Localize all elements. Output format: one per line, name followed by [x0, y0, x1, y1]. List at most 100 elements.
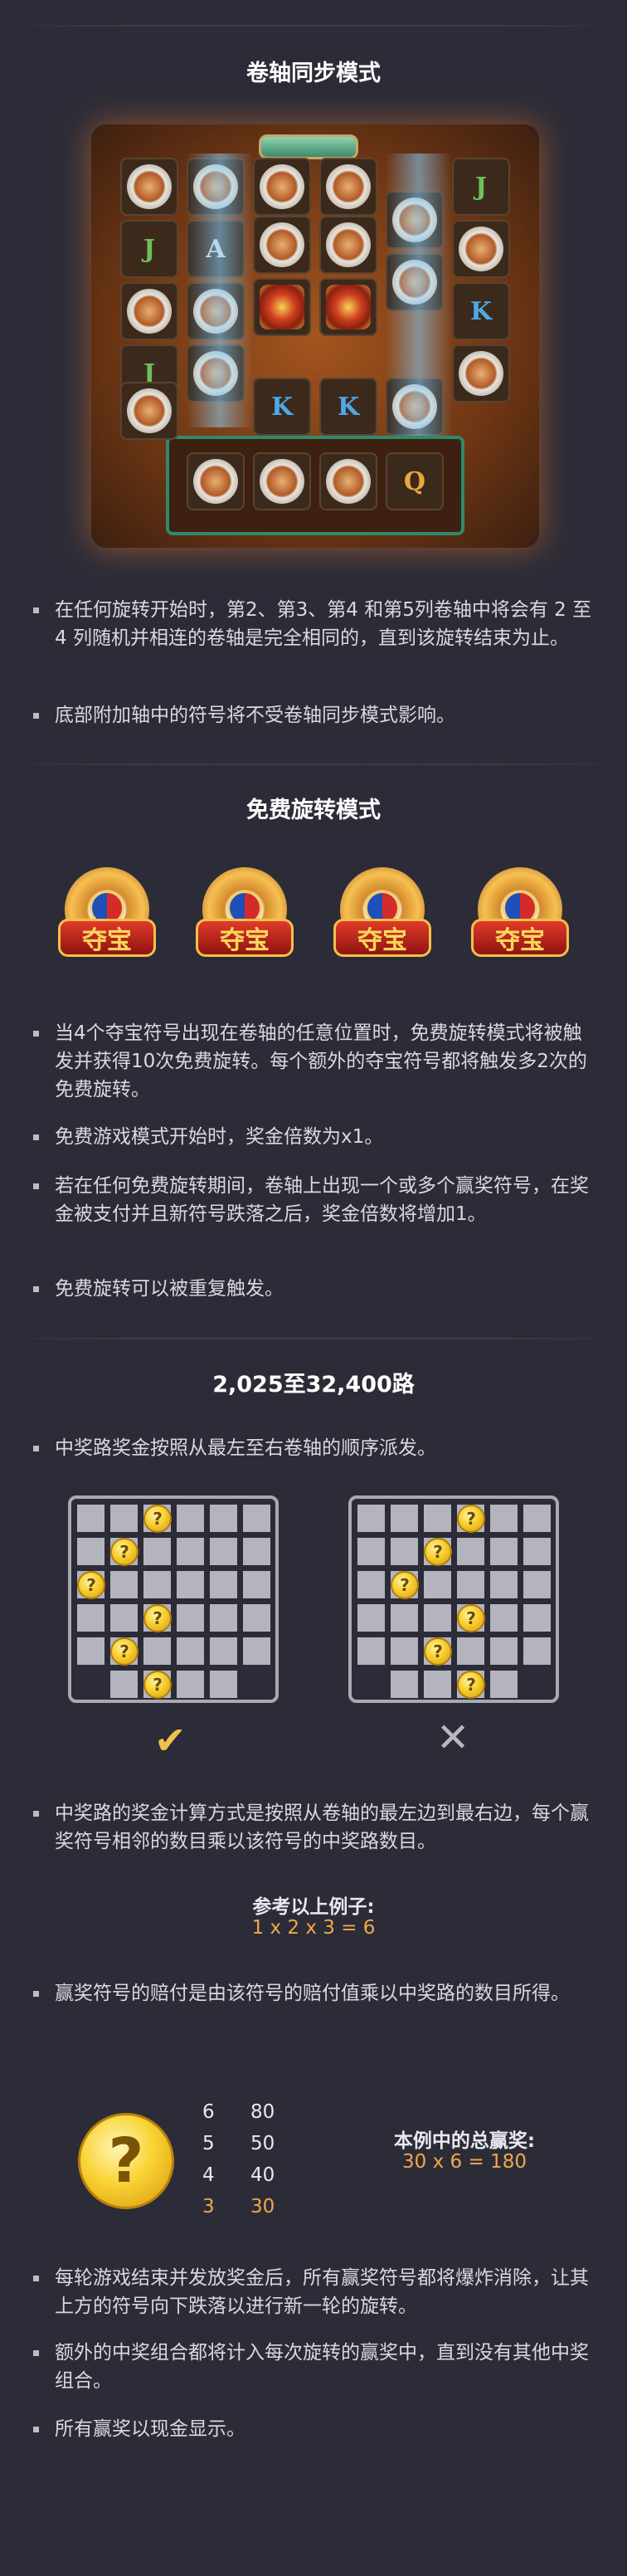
reel-cell: K — [319, 378, 377, 436]
reel-cell — [253, 278, 311, 336]
reel-cell: K — [452, 282, 510, 340]
grid-cell — [210, 1571, 237, 1598]
coin-icon: ? — [457, 1671, 485, 1699]
grid-cell — [391, 1505, 418, 1532]
reel-cell: Q — [386, 452, 444, 510]
coin-icon: ? — [110, 1637, 139, 1666]
grid-cell — [357, 1538, 385, 1565]
grid-cell — [457, 1571, 484, 1598]
grid-cell — [243, 1571, 270, 1598]
coin-icon: ? — [143, 1671, 172, 1699]
grid-cell — [210, 1505, 237, 1532]
grid-cell — [143, 1571, 171, 1598]
total-win-title: 本例中的总赢奖: — [393, 2130, 536, 2152]
grid-cell — [77, 1538, 104, 1565]
grid-cell — [490, 1571, 518, 1598]
ways-title: 2,025至32,400路 — [212, 1372, 415, 1398]
coin-icon: ? — [143, 1505, 172, 1533]
list-item: 若在任何免费旋转期间，卷轴上出现一个或多个赢奖符号，在奖金被支付并且新符号跌落之… — [33, 1172, 597, 1228]
reel-cell — [120, 282, 178, 340]
grid-cell — [490, 1604, 518, 1632]
scatter-label: 夺宝 — [196, 919, 294, 957]
grid-cell — [210, 1637, 237, 1665]
list-item: 所有赢奖以现金显示。 — [33, 2415, 597, 2443]
mystery-coin-icon: ? — [78, 2113, 174, 2209]
treasure-scatter-icon: 夺宝 — [471, 867, 569, 965]
coin-icon: ? — [457, 1604, 485, 1632]
grid-cell — [523, 1538, 551, 1565]
ways-example-grid-invalid: ?????? — [348, 1495, 559, 1703]
grid-cell — [457, 1538, 484, 1565]
grid-cell — [391, 1671, 418, 1698]
treasure-scatter-icon: 夺宝 — [58, 867, 156, 965]
sync-light-beam — [187, 154, 253, 427]
grid-cell — [177, 1637, 204, 1665]
total-win-formula: 30 x 6 = 180 — [402, 2151, 527, 2173]
reel-cell: K — [253, 378, 311, 436]
grid-cell — [424, 1604, 451, 1632]
grid-cell — [523, 1505, 551, 1532]
grid-cell — [523, 1604, 551, 1632]
grid-cell — [110, 1505, 138, 1532]
grid-cell — [457, 1637, 484, 1665]
scatter-label: 夺宝 — [58, 919, 156, 957]
grid-cell — [424, 1671, 451, 1698]
reel-cell — [452, 344, 510, 402]
grid-cell — [177, 1571, 204, 1598]
invalid-cross-icon: ✕ — [436, 1715, 470, 1761]
grid-cell — [177, 1538, 204, 1565]
grid-cell — [523, 1637, 551, 1665]
grid-cell — [357, 1604, 385, 1632]
grid-cell — [177, 1671, 204, 1698]
reel-cell — [120, 158, 178, 216]
treasure-scatter-icon: 夺宝 — [196, 867, 294, 965]
list-item: 额外的中奖组合都将计入每次旋转的赢奖中，直到没有其他中奖组合。 — [33, 2339, 597, 2395]
scatter-label: 夺宝 — [333, 919, 431, 957]
list-item: 赢奖符号的赔付是由该符号的赔付值乘以中奖路的数目所得。 — [33, 1979, 597, 2008]
list-item: 当4个夺宝符号出现在卷轴的任意位置时，免费旋转模式将被触发并获得10次免费旋转。… — [33, 1019, 597, 1104]
grid-cell — [243, 1637, 270, 1665]
grid-cell — [424, 1571, 451, 1598]
coin-icon: ? — [424, 1637, 452, 1666]
grid-cell — [177, 1604, 204, 1632]
reel-cell — [452, 220, 510, 278]
valid-check-icon: ✔ — [154, 1718, 187, 1763]
list-item: 中奖路奖金按照从最左至右卷轴的顺序派发。 — [33, 1434, 597, 1462]
grid-cell — [210, 1671, 237, 1698]
reel-cell: J — [452, 158, 510, 216]
coin-icon: ? — [391, 1571, 419, 1599]
grid-cell — [77, 1505, 104, 1532]
grid-cell — [110, 1571, 138, 1598]
reel-sync-title: 卷轴同步模式 — [246, 61, 381, 86]
grid-cell — [357, 1637, 385, 1665]
grid-cell — [490, 1637, 518, 1665]
grid-cell — [243, 1604, 270, 1632]
list-item: 中奖路的奖金计算方式是按照从卷轴的最左边到最右边，每个赢奖符号相邻的数目乘以该符… — [33, 1799, 597, 1856]
coin-icon: ? — [424, 1538, 452, 1566]
reel-cell — [120, 382, 178, 440]
reel-cell — [319, 158, 377, 216]
grid-cell — [490, 1671, 518, 1698]
reel-cell — [187, 452, 245, 510]
grid-cell — [523, 1571, 551, 1598]
grid-cell — [110, 1671, 138, 1698]
reel-cell — [319, 452, 377, 510]
reel-cell: J — [120, 220, 178, 278]
list-item: 免费旋转可以被重复触发。 — [33, 1275, 597, 1303]
grid-cell — [243, 1538, 270, 1565]
ways-example-grid-valid: ?????? — [68, 1495, 279, 1703]
list-item: 在任何旋转开始时，第2、第3、第4 和第5列卷轴中将会有 2 至 4 列随机并相… — [33, 596, 597, 652]
reel-cell — [253, 452, 311, 510]
reel-cell — [253, 158, 311, 216]
grid-cell — [391, 1538, 418, 1565]
treasure-scatter-icon: 夺宝 — [333, 867, 431, 965]
coin-icon: ? — [110, 1538, 139, 1566]
free-spins-title: 免费旋转模式 — [246, 798, 381, 823]
grid-cell — [357, 1505, 385, 1532]
grid-cell — [424, 1505, 451, 1532]
sync-light-beam — [386, 154, 452, 436]
example-title: 参考以上例子: — [252, 1896, 375, 1918]
reel-top-ornament — [259, 134, 358, 159]
grid-cell — [77, 1637, 104, 1665]
grid-cell — [490, 1505, 518, 1532]
